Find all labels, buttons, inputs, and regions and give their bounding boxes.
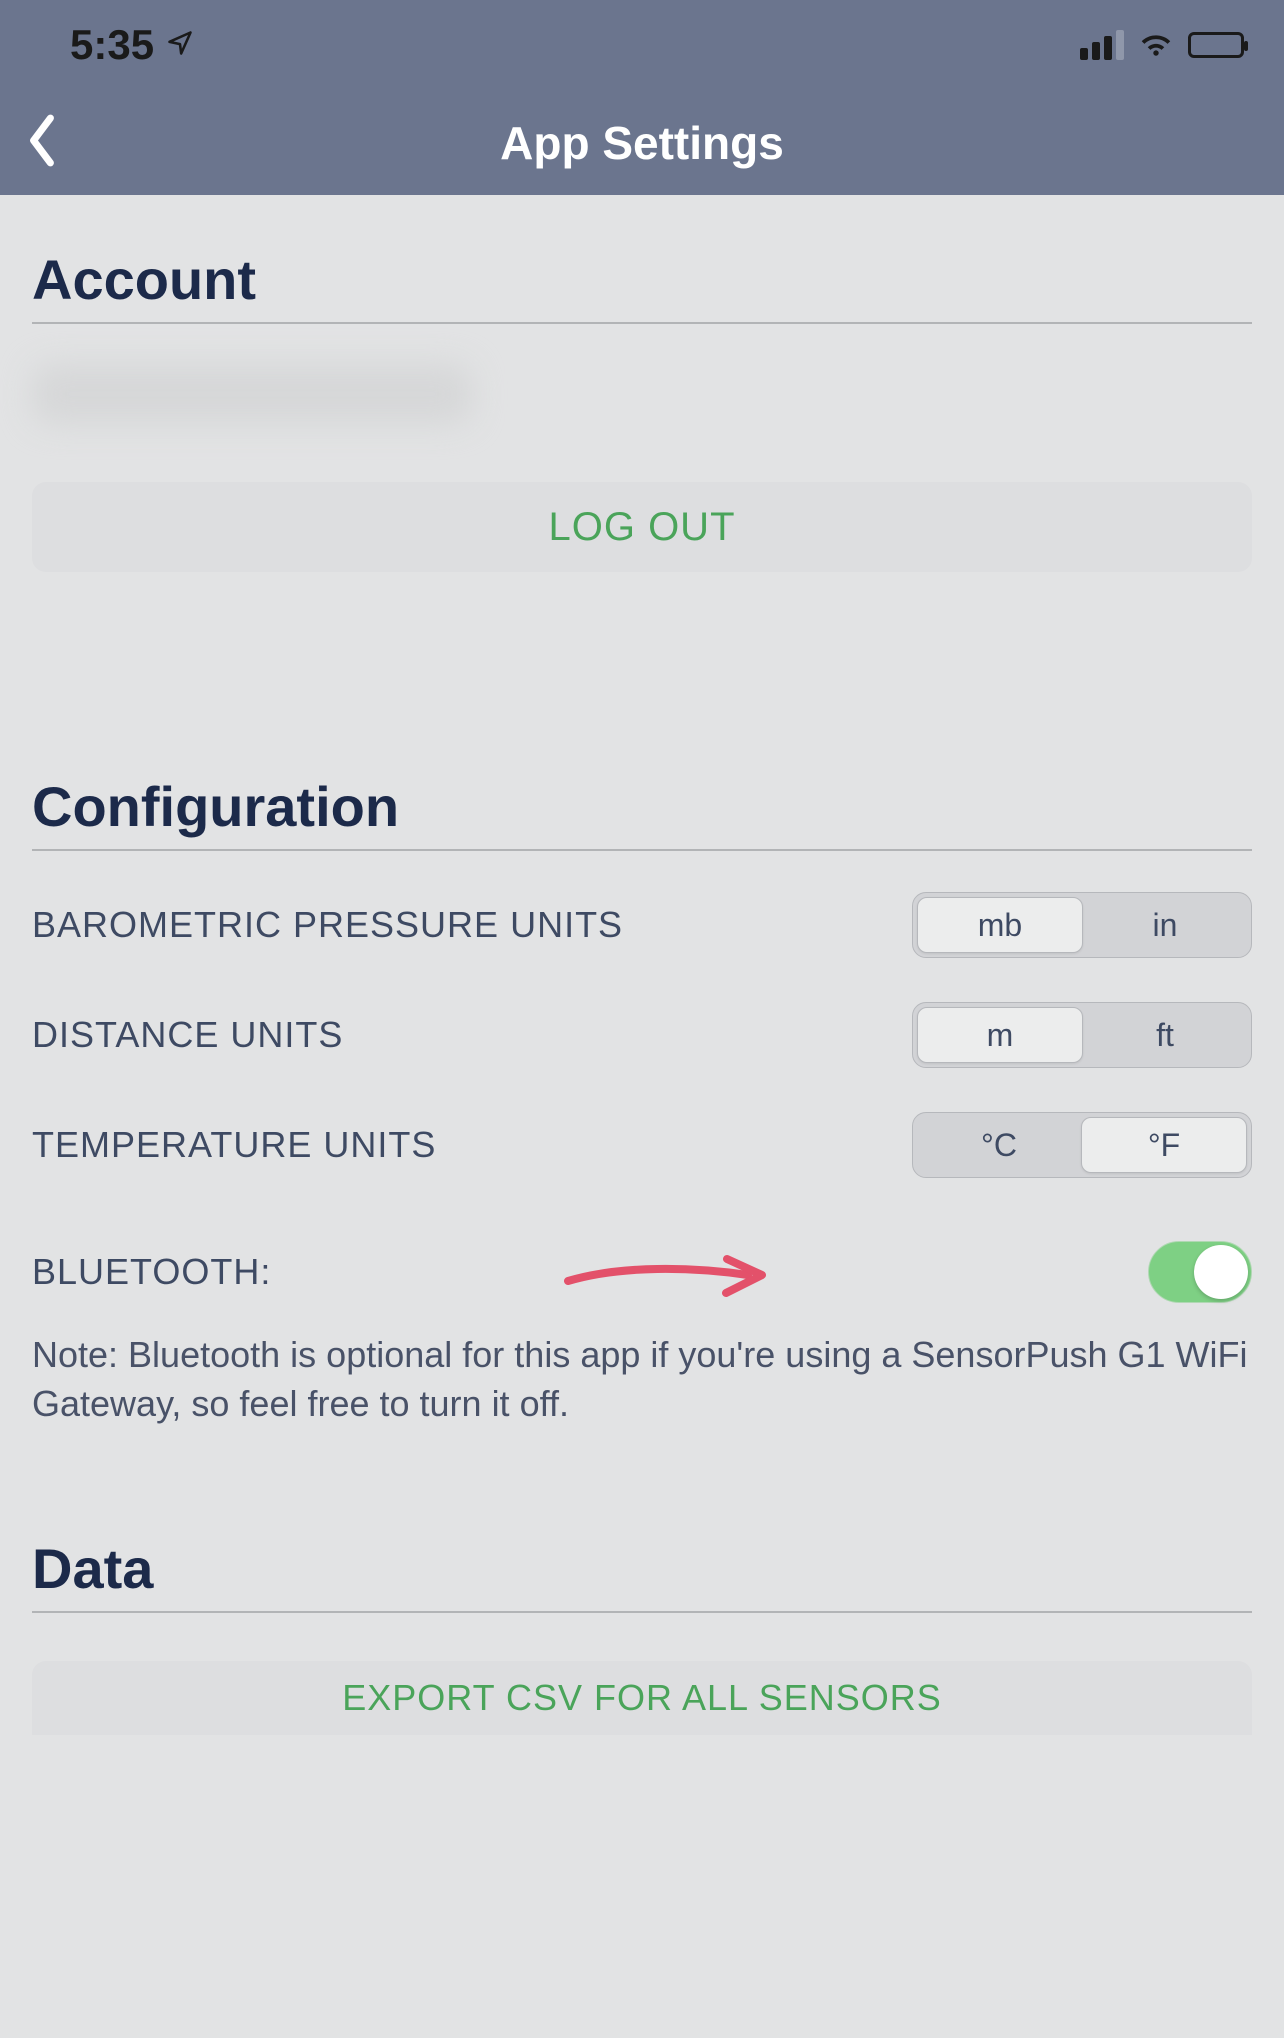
bluetooth-note: Note: Bluetooth is optional for this app…: [32, 1331, 1252, 1428]
temperature-units-row: TEMPERATURE UNITS °C °F: [32, 1109, 1252, 1181]
logout-button[interactable]: LOG OUT: [32, 482, 1252, 572]
distance-option-m[interactable]: m: [917, 1007, 1083, 1063]
distance-option-ft[interactable]: ft: [1083, 1007, 1247, 1063]
app-header: App Settings: [0, 90, 1284, 195]
configuration-heading: Configuration: [32, 722, 1252, 851]
back-button[interactable]: [24, 112, 60, 173]
content: Account LOG OUT Configuration BAROMETRIC…: [0, 195, 1284, 1735]
distance-units-row: DISTANCE UNITS m ft: [32, 999, 1252, 1071]
distance-units-label: DISTANCE UNITS: [32, 1014, 343, 1056]
barometric-units-row: BAROMETRIC PRESSURE UNITS mb in: [32, 889, 1252, 961]
barometric-units-label: BAROMETRIC PRESSURE UNITS: [32, 904, 623, 946]
barometric-option-in[interactable]: in: [1083, 897, 1247, 953]
page-title: App Settings: [500, 116, 784, 170]
data-heading: Data: [32, 1484, 1252, 1613]
temperature-option-c[interactable]: °C: [917, 1117, 1081, 1173]
status-left: 5:35: [70, 21, 194, 69]
export-csv-button[interactable]: EXPORT CSV FOR ALL SENSORS: [32, 1661, 1252, 1735]
bluetooth-toggle[interactable]: [1148, 1241, 1252, 1303]
bluetooth-row: BLUETOOTH:: [32, 1241, 1252, 1303]
account-email: [32, 354, 1252, 434]
barometric-units-segmented[interactable]: mb in: [912, 892, 1252, 958]
account-heading: Account: [32, 195, 1252, 324]
status-bar: 5:35: [0, 0, 1284, 90]
cellular-icon: [1080, 30, 1124, 60]
barometric-option-mb[interactable]: mb: [917, 897, 1083, 953]
bluetooth-label: BLUETOOTH:: [32, 1251, 271, 1293]
status-time: 5:35: [70, 21, 154, 69]
status-right: [1080, 29, 1244, 62]
location-icon: [166, 29, 194, 62]
distance-units-segmented[interactable]: m ft: [912, 1002, 1252, 1068]
wifi-icon: [1138, 29, 1174, 62]
annotation-arrow-icon: [562, 1245, 772, 1301]
temperature-units-label: TEMPERATURE UNITS: [32, 1124, 436, 1166]
temperature-units-segmented[interactable]: °C °F: [912, 1112, 1252, 1178]
temperature-option-f[interactable]: °F: [1081, 1117, 1247, 1173]
battery-icon: [1188, 32, 1244, 58]
